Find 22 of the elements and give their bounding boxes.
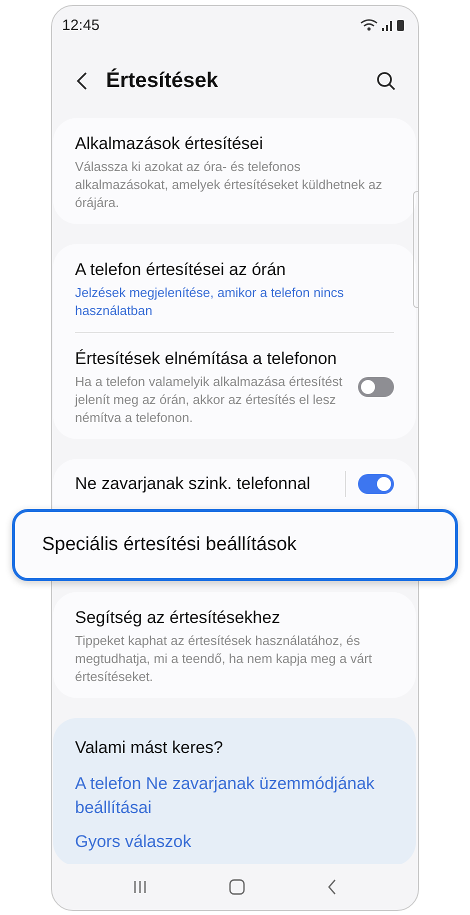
setting-description: Tippeket kaphat az értesítések használatához, és megtudhatja, mi a teendő, ha nem kapja meg a várt értesítéseket. — [75, 632, 374, 686]
toggle-switch[interactable] — [358, 474, 394, 494]
setting-description: Válassza ki azokat az óra- és telefonos alkalmazásokat, amelyek értesítéseket küldhetnek az órájára. — [75, 158, 384, 212]
setting-title[interactable]: Értesítések elnémítása a telefonon — [75, 347, 346, 371]
status-icons — [360, 18, 406, 32]
status-time: 12:45 — [62, 16, 100, 34]
setting-description: Ha a telefon valamelyik alkalmazása értesítést jelenít meg az órán, akkor az értesítés el lesz némítva a telefonon. — [75, 373, 344, 427]
setting-title[interactable]: Segítség az értesítésekhez — [75, 606, 394, 630]
setting-title[interactable]: A telefon értesítései az órán — [75, 258, 394, 282]
back-icon[interactable] — [76, 71, 88, 91]
related-link[interactable]: A telefon Ne zavarjanak üzemmódjának beállításai — [75, 772, 394, 820]
related-heading: Valami mást keres? — [75, 738, 224, 758]
page-title: Értesítések — [106, 69, 220, 93]
home-icon[interactable] — [229, 879, 245, 895]
toggle-switch[interactable] — [358, 377, 394, 397]
setting-title[interactable]: Ne zavarjanak szink. telefonnal — [75, 472, 333, 496]
search-icon[interactable] — [376, 71, 396, 91]
related-link[interactable]: Gyors válaszok — [75, 830, 394, 854]
setting-title[interactable]: Alkalmazások értesítései — [75, 132, 394, 156]
highlighted-setting[interactable]: Speciális értesítési beállítások — [12, 509, 458, 581]
recent-apps-icon[interactable] — [133, 880, 147, 894]
setting-description: Jelzések megjelenítése, amikor a telefon nincs használatban — [75, 284, 345, 320]
